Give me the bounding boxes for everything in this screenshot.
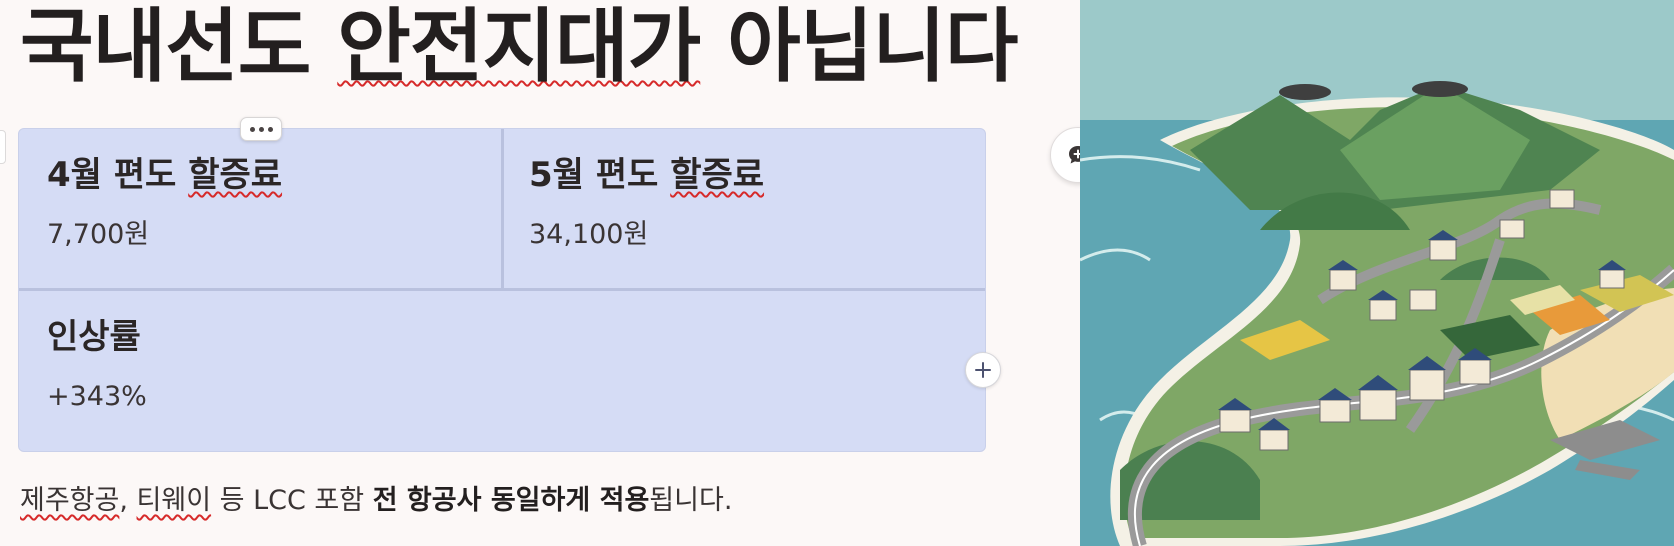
cell-value: 34,100원 xyxy=(529,219,649,250)
title-part-2: 안전지대가 xyxy=(337,0,701,93)
block-drag-handle[interactable] xyxy=(0,130,6,164)
cell-may-surcharge[interactable]: 5월 편도 할증료 34,100원 xyxy=(529,153,764,253)
page-title: 국내선도 안전지대가 아닙니다 xyxy=(20,0,1019,93)
cell-label: 5월 편도 할증료 xyxy=(529,155,765,195)
footer-note: 제주항공, 티웨이 등 LCC 포함 전 항공사 동일하게 적용됩니다. xyxy=(20,485,733,516)
title-part-3: 아닙니다 xyxy=(727,0,1018,93)
add-row-button[interactable] xyxy=(965,352,1001,388)
cell-value: 7,700원 xyxy=(47,219,150,250)
plus-icon xyxy=(975,362,991,378)
more-options-button[interactable] xyxy=(240,117,282,141)
title-part-1: 국내선도 xyxy=(20,0,311,93)
island-illustration xyxy=(1080,0,1674,546)
column-divider xyxy=(501,129,504,289)
more-horizontal-icon xyxy=(249,126,255,132)
cell-value: +343% xyxy=(47,381,147,412)
cell-increase-rate[interactable]: 인상률 +343% xyxy=(47,315,147,415)
cell-april-surcharge[interactable]: 4월 편도 할증료 7,700원 xyxy=(47,153,282,253)
footer-emphasis: 전 항공사 동일하게 적용 xyxy=(372,485,650,516)
cell-label: 4월 편도 할증료 xyxy=(47,155,283,195)
row-divider xyxy=(19,288,985,291)
surcharge-table[interactable]: 4월 편도 할증료 7,700원 5월 편도 할증료 34,100원 인상률 +… xyxy=(18,128,986,452)
cell-label: 인상률 xyxy=(47,317,141,357)
